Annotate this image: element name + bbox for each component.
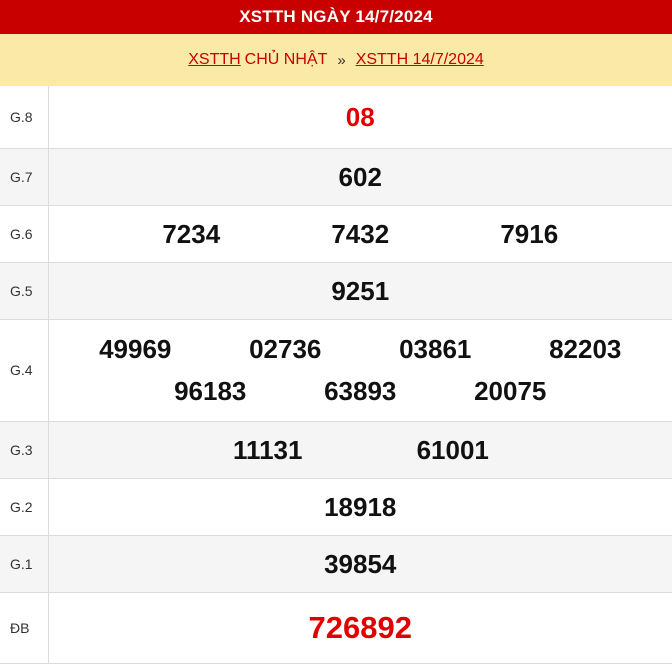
prize-row-g5: G.5 9251 bbox=[0, 262, 672, 320]
prize-label: G.6 bbox=[0, 205, 49, 263]
prize-label: G.3 bbox=[0, 421, 49, 479]
breadcrumb-link-date[interactable]: XSTTH 14/7/2024 bbox=[356, 51, 484, 69]
prize-number-g4: 82203 bbox=[549, 334, 622, 364]
prize-number-g7: 602 bbox=[338, 161, 382, 192]
prize-number-g5: 9251 bbox=[331, 275, 390, 306]
breadcrumb: XSTTH CHỦ NHẬT » XSTTH 14/7/2024 bbox=[0, 34, 672, 86]
prize-row-g3: G.3 11131 61001 bbox=[0, 421, 672, 479]
prize-label: G.4 bbox=[0, 319, 49, 422]
prize-number-g3: 61001 bbox=[416, 434, 489, 465]
prize-number-g6: 7432 bbox=[331, 218, 390, 249]
prize-label: ĐB bbox=[0, 592, 49, 664]
prize-label: G.1 bbox=[0, 535, 49, 593]
prize-row-g6: G.6 7234 7432 7916 bbox=[0, 205, 672, 263]
prize-number-g4: 49969 bbox=[99, 334, 172, 364]
breadcrumb-separator: » bbox=[337, 51, 346, 69]
prize-label: G.7 bbox=[0, 148, 49, 206]
prize-number-g4: 02736 bbox=[249, 334, 322, 364]
prize-number-g1: 39854 bbox=[324, 548, 397, 579]
page-header: XSTTH NGÀY 14/7/2024 bbox=[0, 0, 672, 34]
prize-number-g8: 08 bbox=[345, 101, 375, 132]
prize-number-g6: 7916 bbox=[500, 218, 559, 249]
prize-row-g4: G.4 49969 02736 03861 82203 96183 63893 … bbox=[0, 319, 672, 422]
prize-label: G.2 bbox=[0, 478, 49, 536]
prize-number-g4: 20075 bbox=[474, 376, 547, 406]
breadcrumb-link-xstth[interactable]: XSTTH bbox=[188, 51, 240, 69]
prize-number-g2: 18918 bbox=[324, 491, 397, 522]
prize-number-g4: 96183 bbox=[174, 376, 247, 406]
prize-number-db: 726892 bbox=[308, 609, 412, 645]
prize-number-g4: 03861 bbox=[399, 334, 472, 364]
prize-row-g2: G.2 18918 bbox=[0, 478, 672, 536]
prize-row-db: ĐB 726892 bbox=[0, 592, 672, 664]
prize-label: G.8 bbox=[0, 86, 49, 149]
prize-number-g6: 7234 bbox=[162, 218, 221, 249]
prize-label: G.5 bbox=[0, 262, 49, 320]
page-title: XSTTH NGÀY 14/7/2024 bbox=[239, 7, 433, 26]
prize-number-g3: 11131 bbox=[233, 434, 303, 465]
prize-row-g1: G.1 39854 bbox=[0, 535, 672, 593]
results-table: G.8 08 G.7 602 G.6 7234 7432 7916 G.5 92… bbox=[0, 86, 672, 664]
prize-row-g7: G.7 602 bbox=[0, 148, 672, 206]
prize-number-g4: 63893 bbox=[324, 376, 397, 406]
prize-row-g8: G.8 08 bbox=[0, 86, 672, 149]
breadcrumb-day: CHỦ NHẬT bbox=[244, 51, 328, 68]
